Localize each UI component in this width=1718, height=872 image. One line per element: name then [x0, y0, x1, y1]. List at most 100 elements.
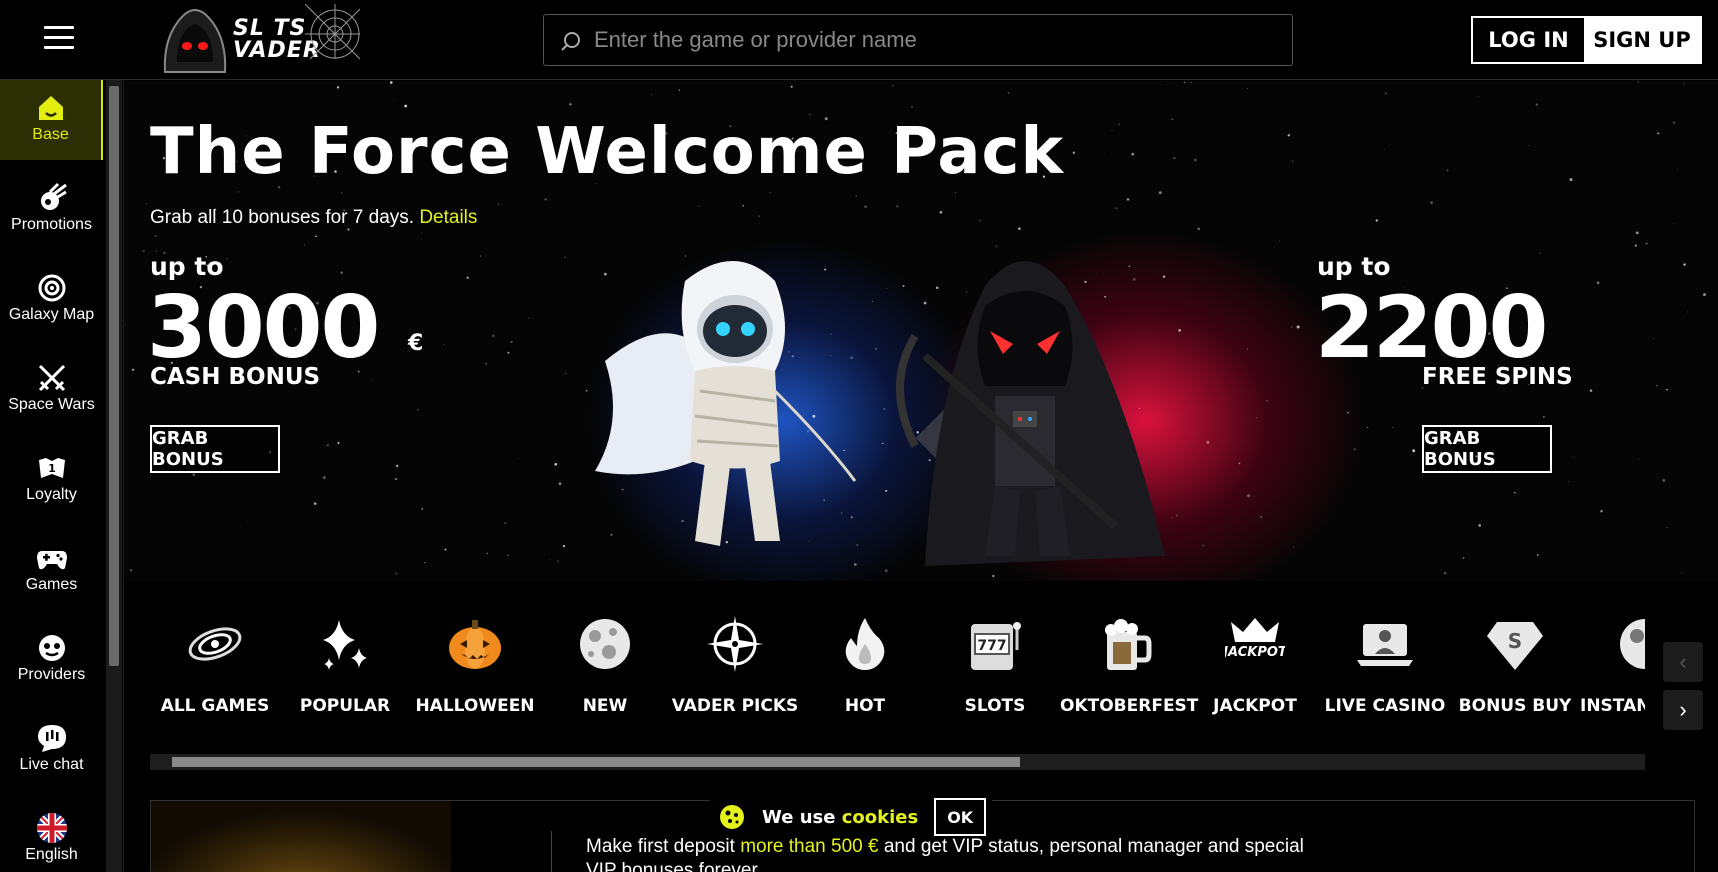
gamepad-icon	[36, 551, 67, 570]
carousel-next-button[interactable]: ›	[1663, 690, 1703, 730]
category-label: BONUS BUY	[1458, 696, 1572, 716]
category-bonus-buy[interactable]: S BONUS BUY	[1450, 600, 1580, 730]
sidebar-nav: Base Promotions Galaxy Map Space Wars 1	[0, 80, 124, 872]
category-jackpot[interactable]: JACKPOT JACKPOT	[1190, 600, 1320, 730]
sidebar-item-label: Space Wars	[8, 396, 95, 413]
category-slots[interactable]: 777 SLOTS	[930, 600, 1060, 730]
category-new[interactable]: NEW	[540, 600, 670, 730]
cash-bonus-label: CASH BONUS	[150, 364, 321, 390]
details-link[interactable]: Details	[419, 207, 477, 228]
cookie-banner: We use cookies OK	[710, 796, 992, 838]
free-spins-amount: 2200	[1315, 278, 1548, 378]
live-dealer-icon	[1357, 624, 1413, 666]
jackpot-crown-icon: JACKPOT	[1225, 618, 1285, 660]
categories-scrollbar-thumb[interactable]	[172, 757, 1020, 767]
sidebar-item-galaxy-map[interactable]: Galaxy Map	[0, 260, 103, 342]
sparkles-icon	[323, 620, 367, 670]
hero-subtitle: Grab all 10 bonuses for 7 days. Details	[150, 207, 477, 229]
moon-icon	[580, 619, 630, 669]
carousel-prev-button[interactable]: ‹	[1663, 642, 1703, 682]
cookie-message: We use cookies	[762, 807, 918, 828]
right-upto-label: up to	[1317, 252, 1391, 281]
diamond-s-icon: S	[1487, 622, 1543, 670]
grab-free-spins-button[interactable]: GRAB BONUS	[1422, 425, 1552, 473]
pumpkin-icon	[449, 620, 501, 669]
login-button[interactable]: LOG IN	[1473, 18, 1584, 62]
category-label: JACKPOT	[1213, 696, 1297, 716]
search-icon	[561, 32, 580, 51]
comet-icon	[40, 182, 67, 210]
sidebar-item-loyalty[interactable]: 1 Loyalty	[0, 440, 103, 522]
category-label: OKTOBERFEST	[1060, 696, 1199, 716]
category-instant-games[interactable]: INSTANT GAMES	[1580, 600, 1645, 730]
flame-icon	[845, 618, 885, 670]
sidebar-item-label: Live chat	[19, 756, 84, 773]
cookie-text: We use	[762, 806, 836, 828]
sidebar-item-promotions[interactable]: Promotions	[0, 170, 103, 252]
category-label: POPULAR	[299, 696, 391, 716]
cash-bonus-amount: 3000	[147, 278, 380, 378]
game-categories-carousel: ALL GAMES POPULAR HALLOWEEN NEW VADER PI…	[150, 600, 1645, 740]
search-input[interactable]	[594, 15, 1274, 65]
sidebar-item-label: Loyalty	[26, 486, 77, 503]
site-logo[interactable]: SL TS VADER	[155, 4, 365, 76]
sidebar-item-label: Galaxy Map	[8, 306, 95, 323]
category-halloween[interactable]: HALLOWEEN	[410, 600, 540, 730]
svg-text:777: 777	[977, 638, 1006, 654]
categories-horizontal-scrollbar[interactable]	[150, 754, 1645, 770]
cookies-link[interactable]: cookies	[842, 807, 918, 828]
sidebar-item-label: English	[25, 846, 78, 863]
category-live-casino[interactable]: LIVE CASINO	[1320, 600, 1450, 730]
category-label: HOT	[844, 696, 886, 716]
sidebar-item-label: Base	[32, 126, 69, 143]
loyalty-badge-icon: 1	[38, 458, 65, 478]
category-hot[interactable]: HOT	[800, 600, 930, 730]
vader-hood-logo-icon	[163, 9, 227, 73]
top-header: SL TS VADER LOG IN SIGN UP	[0, 0, 1718, 80]
instant-games-icon	[1620, 619, 1645, 669]
hamburger-menu-icon[interactable]	[44, 26, 74, 50]
sidebar-item-space-wars[interactable]: Space Wars	[0, 350, 103, 432]
currency-symbol: €	[408, 331, 424, 356]
uk-flag-icon	[36, 813, 67, 843]
cookie-icon	[720, 805, 744, 829]
sidebar-scrollbar-thumb[interactable]	[109, 86, 119, 666]
category-label: NEW	[582, 696, 628, 716]
spider-web-icon	[305, 4, 361, 60]
sidebar-item-label: Games	[25, 576, 78, 593]
category-popular[interactable]: POPULAR	[280, 600, 410, 730]
category-oktoberfest[interactable]: OKTOBERFEST	[1060, 600, 1199, 730]
category-label: HALLOWEEN	[415, 696, 535, 716]
promo-text: Make first deposit more than 500 € and g…	[586, 835, 1306, 872]
auth-buttons: LOG IN SIGN UP	[1471, 16, 1702, 64]
providers-icon	[38, 635, 65, 661]
category-vader-picks[interactable]: VADER PICKS	[670, 600, 800, 730]
mummy-character-illustration	[595, 261, 857, 546]
crossed-sabers-icon	[38, 364, 65, 392]
vader-reaper-character-illustration	[896, 261, 1165, 566]
left-upto-label: up to	[150, 252, 224, 281]
sidebar-item-base[interactable]: Base	[0, 80, 103, 160]
category-all-games[interactable]: ALL GAMES	[150, 600, 280, 730]
sidebar-scrollbar[interactable]	[106, 80, 122, 872]
cookie-ok-button[interactable]: OK	[934, 798, 987, 836]
galaxy-icon	[38, 274, 65, 302]
signup-button[interactable]: SIGN UP	[1584, 18, 1700, 62]
spiral-galaxy-icon	[188, 627, 242, 661]
search-bar[interactable]	[543, 14, 1293, 66]
svg-text:1: 1	[48, 462, 56, 475]
sidebar-item-providers[interactable]: Providers	[0, 620, 103, 702]
sidebar-item-live-chat[interactable]: Live chat	[0, 710, 103, 792]
promo-image	[151, 801, 451, 872]
svg-text:JACKPOT: JACKPOT	[1225, 645, 1285, 660]
grab-cash-bonus-button[interactable]: GRAB BONUS	[150, 425, 280, 473]
home-icon	[38, 96, 63, 120]
sidebar-item-language[interactable]: English	[0, 800, 103, 872]
svg-text:S: S	[1508, 629, 1522, 653]
category-label: VADER PICKS	[671, 696, 799, 716]
chevron-right-icon: ›	[1679, 697, 1687, 722]
category-label: SLOTS	[964, 696, 1026, 716]
chevron-left-icon: ‹	[1679, 649, 1687, 674]
sidebar-item-games[interactable]: Games	[0, 530, 103, 612]
beer-mug-icon	[1105, 619, 1152, 670]
